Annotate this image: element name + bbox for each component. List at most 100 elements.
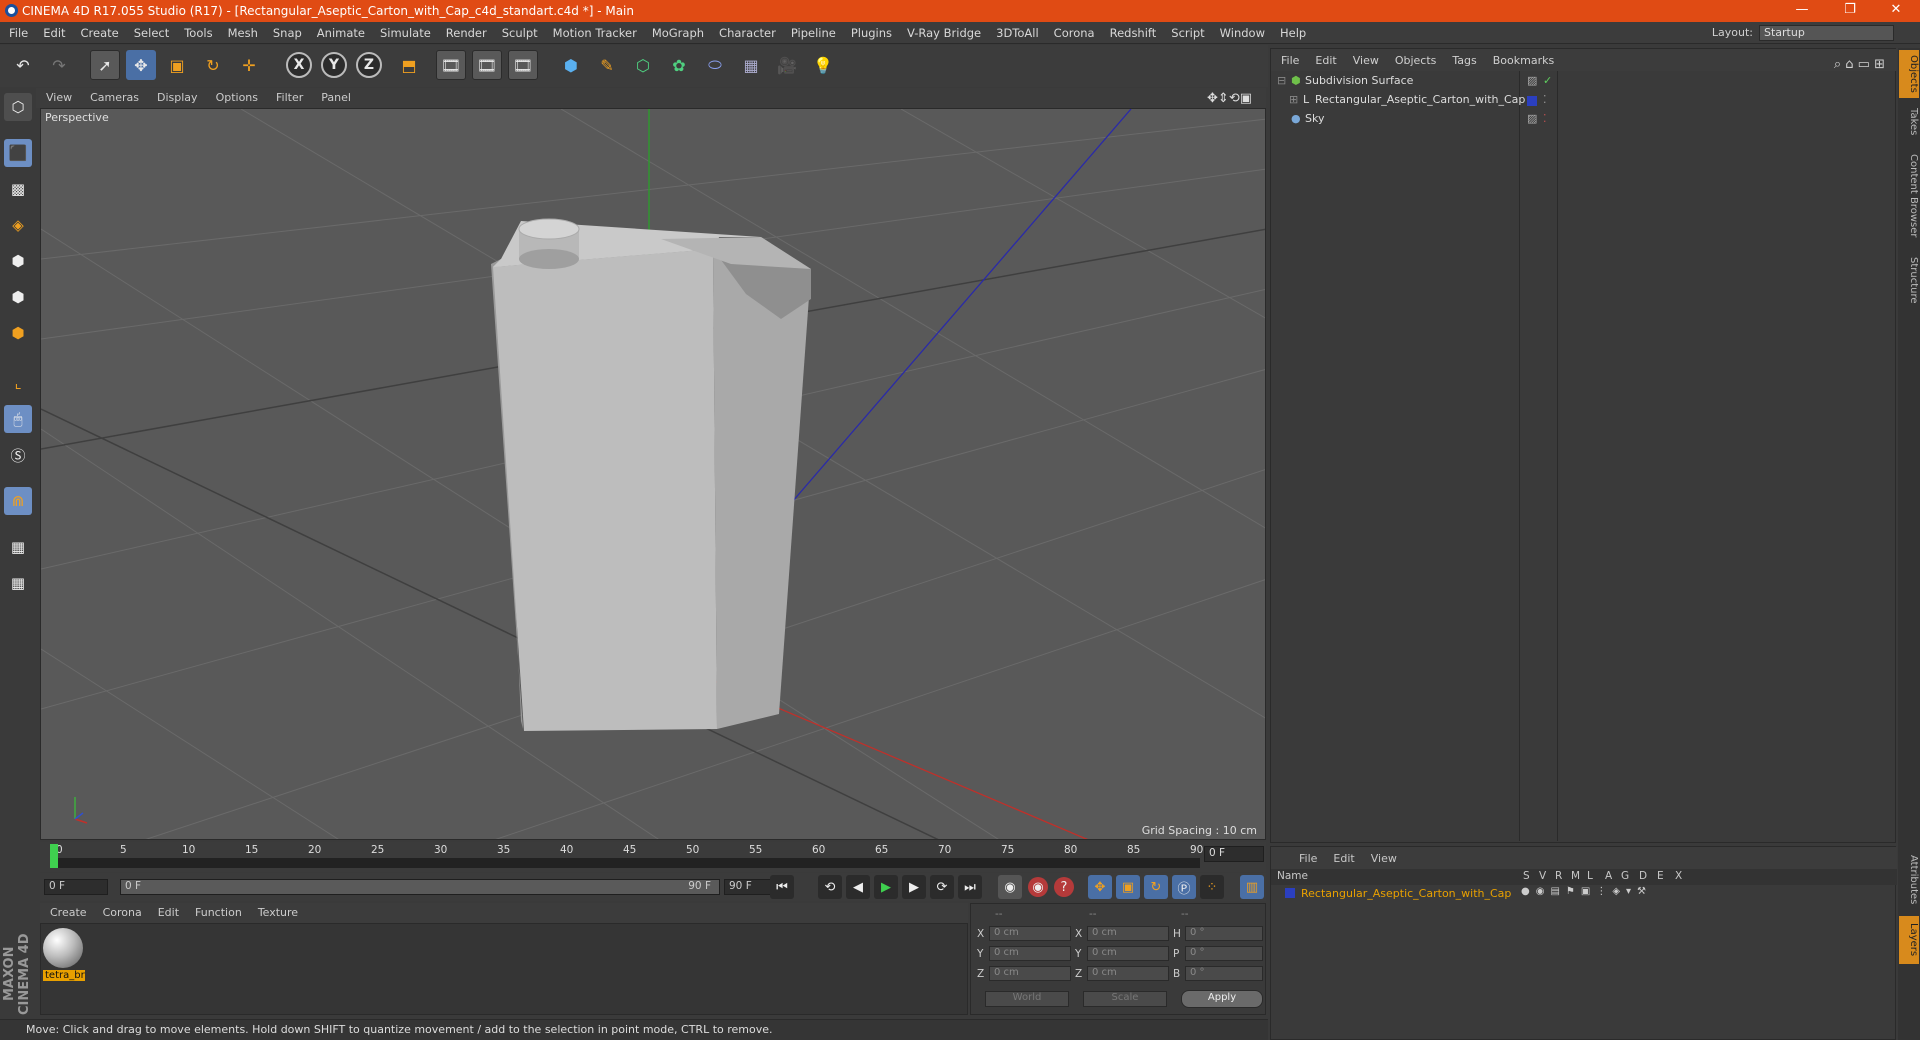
menu-select[interactable]: Select xyxy=(125,22,175,40)
menu-create[interactable]: Create xyxy=(72,22,125,40)
material-menu-create[interactable]: Create xyxy=(40,903,93,919)
record-keys-disabled-icon[interactable]: ◉ xyxy=(998,875,1022,899)
menu-character[interactable]: Character xyxy=(710,22,782,40)
tab-layers[interactable]: Layers xyxy=(1899,916,1919,964)
object-menu-tags[interactable]: Tags xyxy=(1442,49,1482,67)
render-view-icon[interactable]: 🎞 xyxy=(436,50,466,80)
snap-icon[interactable]: Ⓢ xyxy=(4,441,32,469)
key-position-icon[interactable]: ✥ xyxy=(1088,875,1112,899)
layer-color-icon[interactable] xyxy=(1527,96,1537,106)
pen-spline-icon[interactable]: ✎ xyxy=(592,50,622,80)
size-y-field[interactable]: 0 cm xyxy=(1087,946,1169,961)
object-menu-bookmarks[interactable]: Bookmarks xyxy=(1483,49,1560,67)
polygons-mode-icon[interactable]: ⬢ xyxy=(4,319,32,347)
y-axis-lock-button[interactable]: Y xyxy=(321,52,347,78)
go-to-end-icon[interactable]: ⏭ xyxy=(958,875,982,899)
menu-help[interactable]: Help xyxy=(1271,22,1312,40)
size-x-field[interactable]: 0 cm xyxy=(1087,926,1169,941)
floor-icon[interactable]: ▦ xyxy=(736,50,766,80)
move-tool-icon[interactable]: ✥ xyxy=(126,50,156,80)
render-picture-viewer-icon[interactable]: 🎞 xyxy=(472,50,502,80)
tweak-mode-icon[interactable]: 🖱 xyxy=(4,405,32,433)
next-frame-icon[interactable]: ▶ xyxy=(902,875,926,899)
material-menu-edit[interactable]: Edit xyxy=(148,903,185,919)
menu-redshift[interactable]: Redshift xyxy=(1101,22,1163,40)
object-row-sky[interactable]: ● Sky ▨ ⁚ xyxy=(1275,112,1893,131)
viewport-menu-panel[interactable]: Panel xyxy=(311,88,359,104)
previous-frame-icon[interactable]: ◀ xyxy=(846,875,870,899)
coordinate-mode-dropdown[interactable]: World xyxy=(985,991,1069,1007)
menu-motion-tracker[interactable]: Motion Tracker xyxy=(544,22,643,40)
position-x-field[interactable]: 0 cm xyxy=(989,926,1071,941)
object-menu-file[interactable]: File xyxy=(1271,49,1305,67)
menu-vray-bridge[interactable]: V-Ray Bridge xyxy=(898,22,987,40)
viewport-navigation-icons[interactable]: ✥⇕⟲▣ xyxy=(1197,88,1260,106)
make-editable-icon[interactable]: ⬡ xyxy=(4,93,32,121)
axis-mode-icon[interactable]: ⌞ xyxy=(4,369,32,397)
timeline-ruler[interactable]: 0 5 10 15 20 25 30 35 40 45 50 55 60 65 … xyxy=(40,842,1266,872)
key-parameter-icon[interactable]: Ⓟ xyxy=(1172,875,1196,899)
playhead-marker[interactable] xyxy=(50,844,58,868)
menu-sculpt[interactable]: Sculpt xyxy=(493,22,544,40)
menu-tools[interactable]: Tools xyxy=(175,22,218,40)
x-axis-lock-button[interactable]: X xyxy=(286,52,312,78)
viewport-menu-view[interactable]: View xyxy=(36,88,80,104)
tab-content-browser[interactable]: Content Browser xyxy=(1899,146,1919,246)
deformer-icon[interactable]: ⬭ xyxy=(700,50,730,80)
model-mode-icon[interactable]: ⬛ xyxy=(4,139,32,167)
menu-script[interactable]: Script xyxy=(1162,22,1210,40)
rotate-tool-icon[interactable]: ↻ xyxy=(198,50,228,80)
workplane-lock-icon[interactable]: ▦ xyxy=(4,533,32,561)
next-key-icon[interactable]: ⟳ xyxy=(930,875,954,899)
layer-menu-edit[interactable]: Edit xyxy=(1323,847,1360,865)
rotation-h-field[interactable]: 0 ° xyxy=(1185,926,1263,941)
menu-plugins[interactable]: Plugins xyxy=(842,22,898,40)
menu-snap[interactable]: Snap xyxy=(264,22,308,40)
rotation-b-field[interactable]: 0 ° xyxy=(1185,966,1263,981)
start-frame-field[interactable]: 0 F xyxy=(44,879,108,895)
workplane-align-icon[interactable]: ▦ xyxy=(4,569,32,597)
visibility-toggle-icon[interactable]: ▨ xyxy=(1527,74,1537,87)
object-menu-objects[interactable]: Objects xyxy=(1385,49,1443,67)
size-mode-dropdown[interactable]: Scale xyxy=(1083,991,1167,1007)
undo-icon[interactable]: ↶ xyxy=(8,50,38,80)
subdivision-surface-icon[interactable]: ⬡ xyxy=(628,50,658,80)
menu-mograph[interactable]: MoGraph xyxy=(643,22,710,40)
play-forward-icon[interactable]: ▶ xyxy=(874,875,898,899)
size-z-field[interactable]: 0 cm xyxy=(1087,966,1169,981)
viewport-menu-options[interactable]: Options xyxy=(206,88,266,104)
autokeying-icon[interactable]: ? xyxy=(1054,877,1074,897)
key-pla-icon[interactable]: ⁘ xyxy=(1200,875,1224,899)
cloner-icon[interactable]: ✿ xyxy=(664,50,694,80)
material-swatch[interactable]: tetra_br xyxy=(43,928,85,986)
menu-corona[interactable]: Corona xyxy=(1045,22,1101,40)
current-frame-field[interactable]: 0 F xyxy=(1204,846,1264,862)
object-row-carton[interactable]: ⊞ L Rectangular_Aseptic_Carton_with_Cap … xyxy=(1275,93,1893,112)
tab-attributes[interactable]: Attributes xyxy=(1899,848,1919,912)
key-rotation-icon[interactable]: ↻ xyxy=(1144,875,1168,899)
go-to-start-icon[interactable]: ⏮ xyxy=(770,875,794,899)
apply-button[interactable]: Apply xyxy=(1181,990,1263,1008)
material-menu-function[interactable]: Function xyxy=(185,903,248,919)
light-icon[interactable]: 💡 xyxy=(808,50,838,80)
position-z-field[interactable]: 0 cm xyxy=(989,966,1071,981)
menu-3dtoall[interactable]: 3DToAll xyxy=(987,22,1045,40)
visibility-dots-icon[interactable]: ⁚ xyxy=(1543,112,1547,125)
object-menu-view[interactable]: View xyxy=(1343,49,1385,67)
material-menu-corona[interactable]: Corona xyxy=(93,903,148,919)
position-y-field[interactable]: 0 cm xyxy=(989,946,1071,961)
previous-key-icon[interactable]: ⟲ xyxy=(818,875,842,899)
menu-simulate[interactable]: Simulate xyxy=(371,22,437,40)
material-menu-texture[interactable]: Texture xyxy=(248,903,304,919)
object-menu-edit[interactable]: Edit xyxy=(1305,49,1342,67)
layer-menu-view[interactable]: View xyxy=(1361,847,1403,865)
menu-mesh[interactable]: Mesh xyxy=(219,22,264,40)
layer-color-swatch[interactable] xyxy=(1285,888,1295,898)
edges-mode-icon[interactable]: ⬢ xyxy=(4,283,32,311)
menu-edit[interactable]: Edit xyxy=(34,22,71,40)
close-button[interactable]: ✕ xyxy=(1876,2,1916,20)
object-row-subdivision-surface[interactable]: ⊟ ⬢ Subdivision Surface ▨ ✓ xyxy=(1275,74,1893,93)
tab-objects[interactable]: Objects xyxy=(1899,50,1919,98)
scale-tool-icon[interactable]: ▣ xyxy=(162,50,192,80)
rotation-p-field[interactable]: 0 ° xyxy=(1185,946,1263,961)
